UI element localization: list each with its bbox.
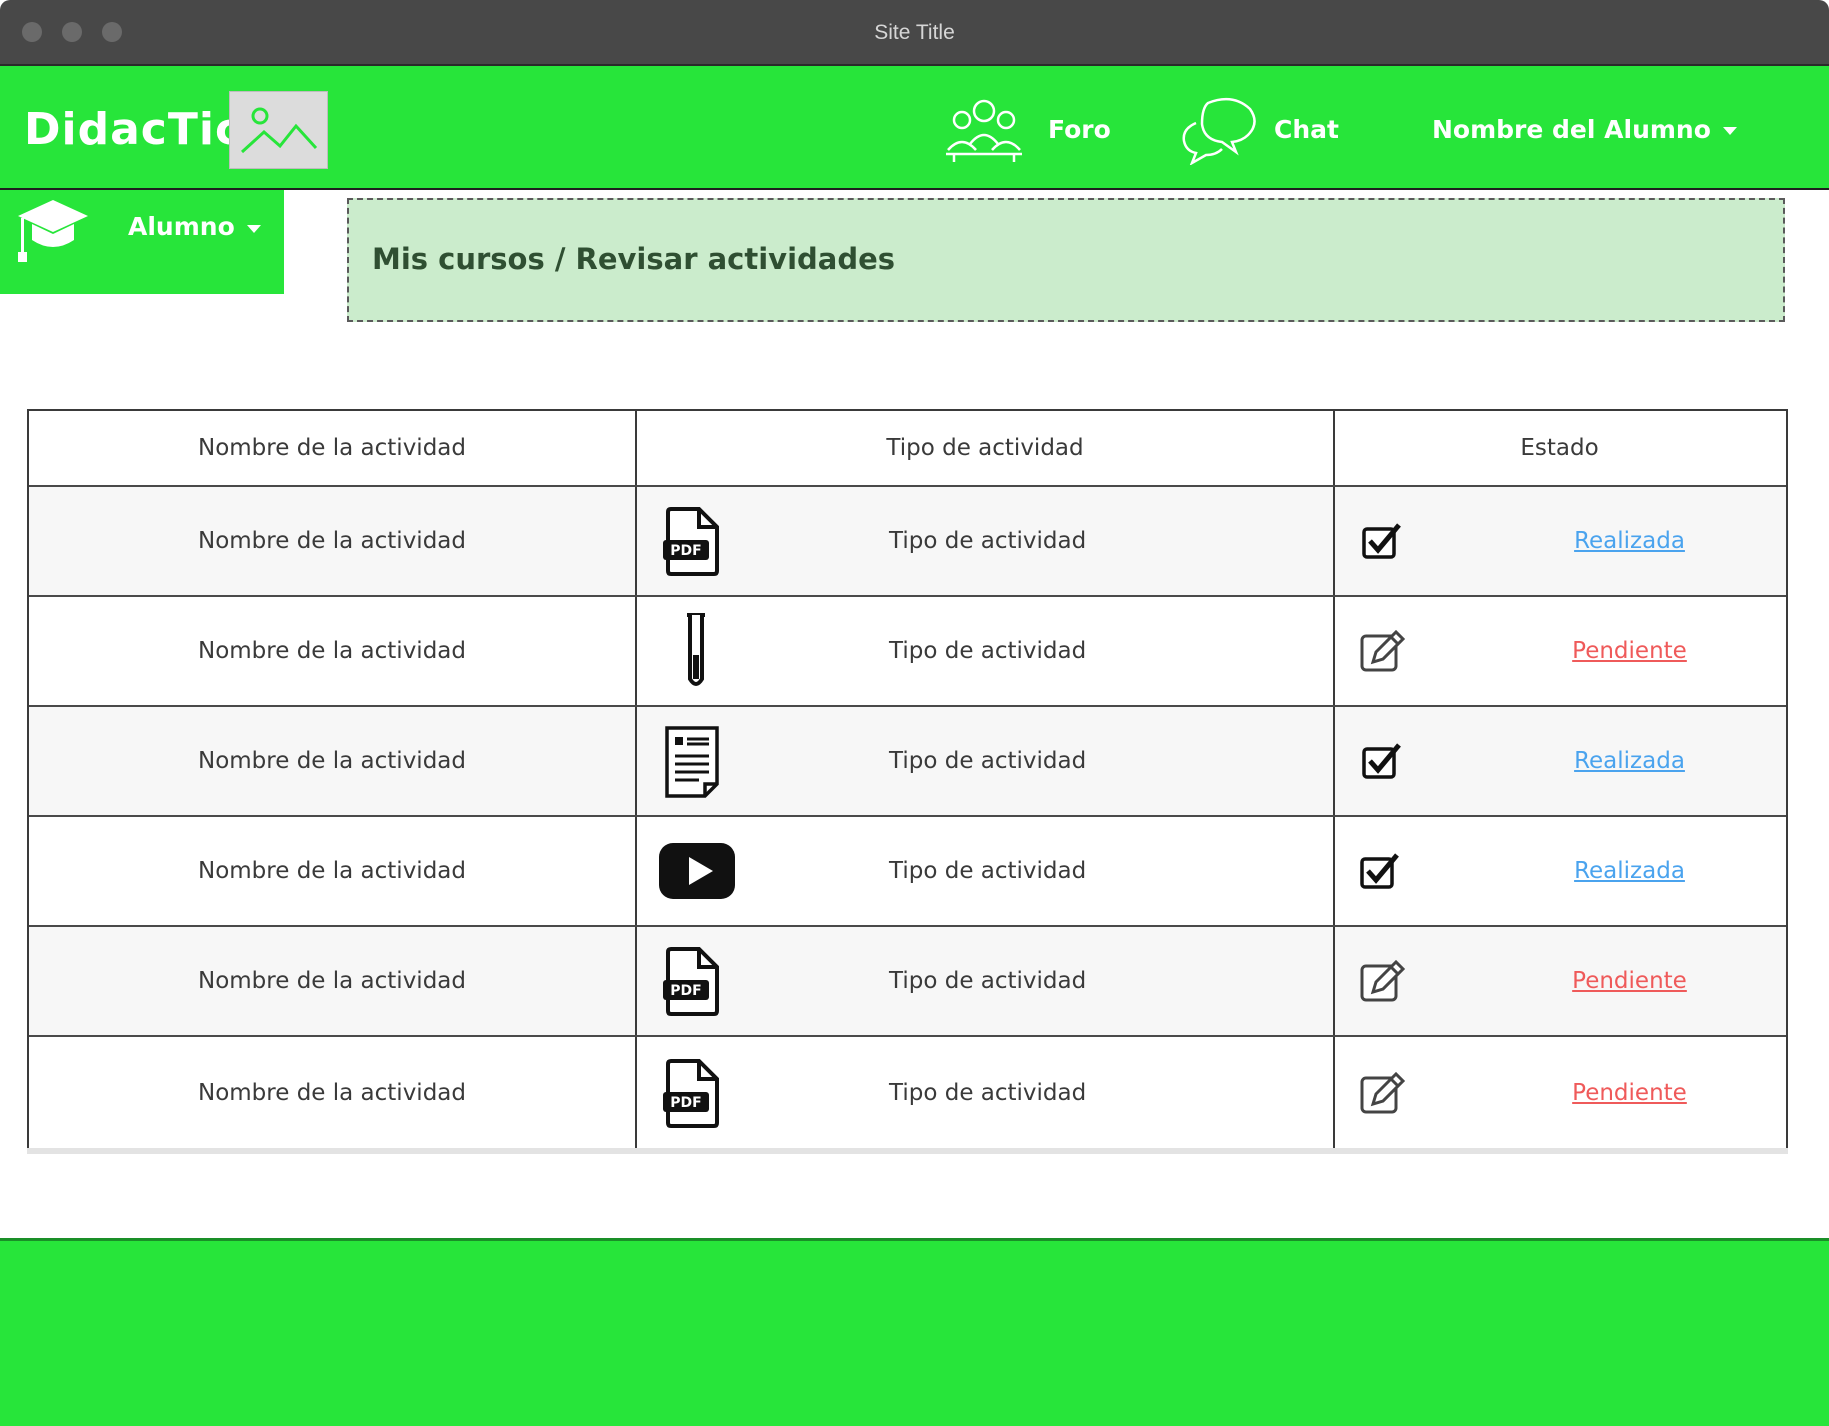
activity-name[interactable]: Nombre de la actividad [29,1080,635,1106]
activity-name-cell: Nombre de la actividad [29,1037,637,1149]
checkbox-checked-icon [1362,523,1401,559]
role-menu-label: Alumno [128,212,261,241]
svg-text:PDF: PDF [670,983,701,999]
activity-name[interactable]: Nombre de la actividad [29,528,635,554]
activity-status-cell: Realizada [1335,817,1784,925]
status-link[interactable]: Realizada [1475,528,1784,554]
browser-window: Site Title DidacTic Foro Chat Nombre del… [0,0,1829,1426]
forum-group-icon [946,99,1022,162]
nav-chat-label: Chat [1274,114,1339,144]
breadcrumb-text: Mis cursos / Revisar actividades [372,242,896,276]
svg-text:PDF: PDF [670,543,701,559]
activity-name-cell: Nombre de la actividad [29,487,637,595]
activity-status-cell: Realizada [1335,707,1784,815]
activity-name-cell: Nombre de la actividad [29,817,637,925]
site-brand[interactable]: DidacTic [24,104,242,155]
activity-status-cell: Realizada [1335,487,1784,595]
checkbox-checked-icon [1362,743,1401,779]
user-menu-dropdown[interactable]: Nombre del Alumno [1432,84,1737,174]
activity-status-cell: Pendiente [1335,927,1784,1035]
svg-text:PDF: PDF [670,1095,701,1111]
test-tube-icon [687,613,705,686]
activity-type: Tipo de actividad [889,858,1087,884]
breadcrumb: Mis cursos / Revisar actividades [347,198,1785,322]
table-row: Nombre de la actividad Tipo de actividad… [29,817,1786,927]
status-link[interactable]: Pendiente [1475,968,1784,994]
activity-type-cell: PDF Tipo de actividad [637,1037,1335,1149]
graduation-cap-icon [18,200,88,262]
status-link[interactable]: Pendiente [1475,638,1784,664]
pdf-icon: PDF [663,947,719,1016]
checkbox-checked-icon [1360,853,1399,889]
table-row: Nombre de la actividad Tipo de actividad… [29,597,1786,707]
edit-icon [1360,629,1406,672]
edit-icon [1360,1071,1406,1114]
activity-type: Tipo de actividad [889,968,1087,994]
table-bottom-edge [27,1148,1788,1154]
status-link[interactable]: Pendiente [1475,1080,1784,1106]
activity-name[interactable]: Nombre de la actividad [29,748,635,774]
chat-bubbles-icon [1182,97,1256,165]
chevron-down-icon [246,224,261,233]
activity-status-cell: Pendiente [1335,1037,1784,1149]
activity-type: Tipo de actividad [889,1080,1087,1106]
role-label: Alumno [128,212,235,241]
column-header-type-label: Tipo de actividad [886,435,1084,461]
chevron-down-icon [1722,127,1737,135]
table-row: Nombre de la actividad PDF Tipo de activ… [29,1037,1786,1149]
video-play-icon [659,843,735,899]
activity-type-cell: Tipo de actividad [637,817,1335,925]
activity-type: Tipo de actividad [889,638,1087,664]
table-row: Nombre de la actividad PDF Tipo de activ… [29,927,1786,1037]
activity-type: Tipo de actividad [889,748,1087,774]
activity-name[interactable]: Nombre de la actividad [29,968,635,994]
activity-name-cell: Nombre de la actividad [29,597,637,705]
activity-name-cell: Nombre de la actividad [29,927,637,1035]
user-name-label: Nombre del Alumno [1432,114,1711,144]
table-row: Nombre de la actividad Tipo de actividad [29,707,1786,817]
window-titlebar: Site Title [0,0,1829,66]
column-header-name: Nombre de la actividad [29,411,637,485]
table-row: Nombre de la actividad PDF Tipo de activ… [29,487,1786,597]
document-icon [665,726,719,798]
edit-icon [1360,959,1406,1002]
activity-type-cell: PDF Tipo de actividad [637,487,1335,595]
activity-type-cell: Tipo de actividad [637,597,1335,705]
status-link[interactable]: Realizada [1475,858,1784,884]
role-menu[interactable]: Alumno [0,190,284,294]
activity-name-cell: Nombre de la actividad [29,707,637,815]
activity-type-cell: Tipo de actividad [637,707,1335,815]
column-header-status: Estado [1335,411,1784,485]
status-link[interactable]: Realizada [1475,748,1784,774]
nav-foro-label: Foro [1048,114,1111,144]
activities-table: Nombre de la actividad Tipo de actividad… [27,409,1788,1149]
image-placeholder-icon [240,107,318,154]
activity-type: Tipo de actividad [889,528,1087,554]
window-title: Site Title [874,21,955,44]
nav-chat[interactable]: Chat [1178,84,1339,174]
column-header-name-label: Nombre de la actividad [198,435,466,461]
column-header-status-label: Estado [1520,435,1599,461]
activity-status-cell: Pendiente [1335,597,1784,705]
activity-type-cell: PDF Tipo de actividad [637,927,1335,1035]
table-header-row: Nombre de la actividad Tipo de actividad… [29,411,1786,487]
activity-name[interactable]: Nombre de la actividad [29,638,635,664]
column-header-type: Tipo de actividad [637,411,1335,485]
site-header: DidacTic Foro Chat Nombre del Alumno [0,66,1829,190]
site-footer [0,1238,1829,1426]
logo-image-placeholder [229,91,328,169]
pdf-icon: PDF [663,507,719,576]
activity-name[interactable]: Nombre de la actividad [29,858,635,884]
nav-foro[interactable]: Foro [942,84,1111,174]
pdf-icon: PDF [663,1059,719,1128]
